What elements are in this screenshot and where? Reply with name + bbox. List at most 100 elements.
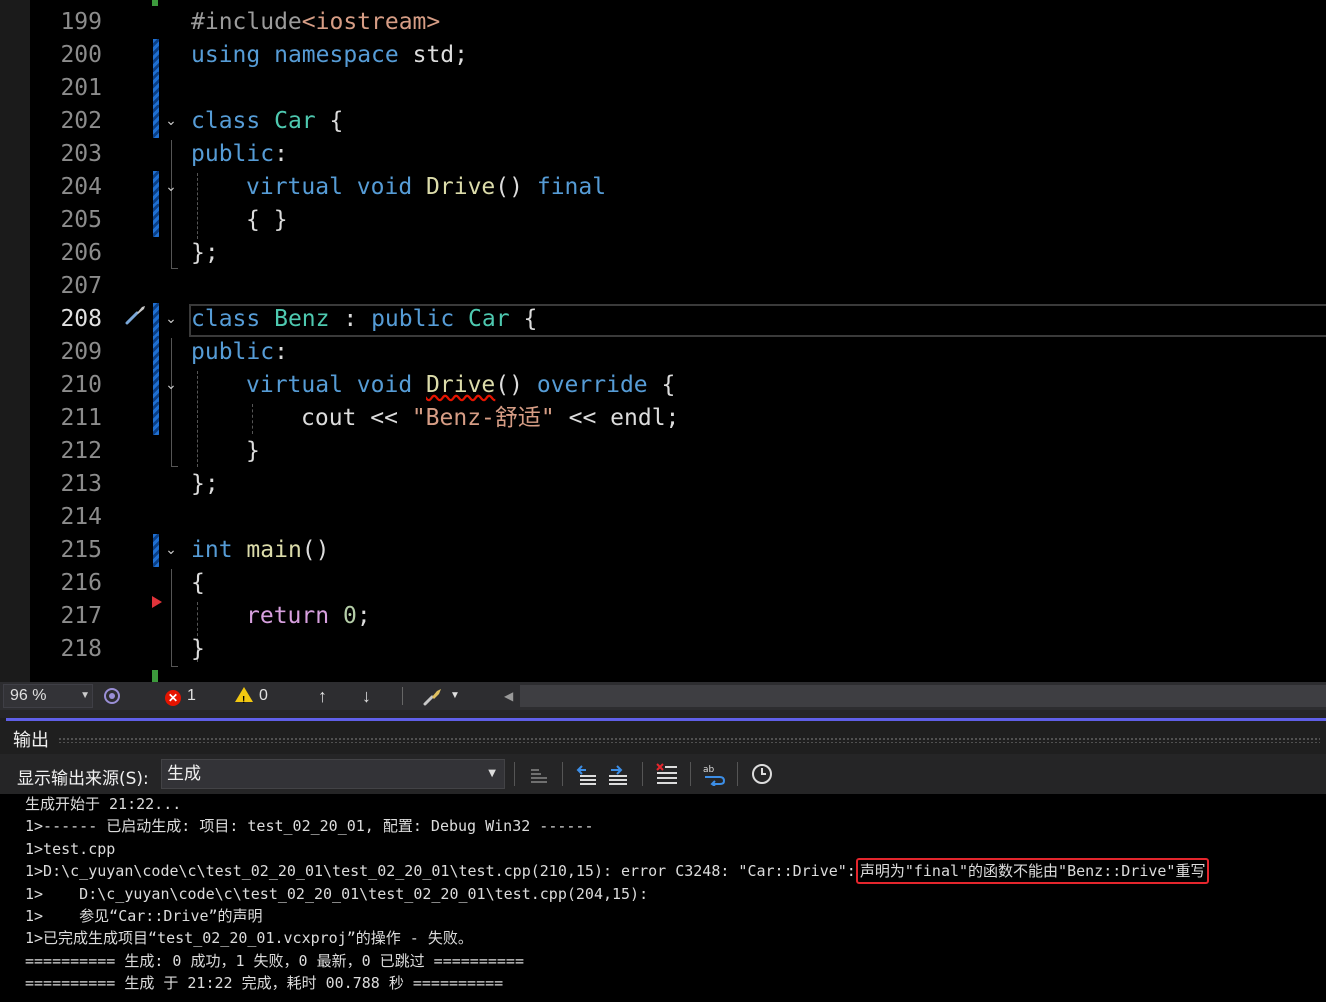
code-line[interactable]: 204 ⌄ virtual void Drive() final	[30, 171, 1326, 204]
code-cleanup-brush-icon[interactable]	[422, 686, 444, 706]
previous-message-icon[interactable]	[574, 762, 598, 786]
code-line-current[interactable]: 208 ⌄ class Benz : public Car {	[30, 303, 1326, 337]
change-marker	[153, 72, 159, 105]
previous-issue-button[interactable]: ↑	[318, 684, 327, 708]
code-line[interactable]: 200 using namespace std;	[30, 39, 1326, 72]
line-number: 202	[60, 108, 102, 134]
code-text: virtual void Drive() override {	[246, 372, 676, 398]
change-marker	[153, 39, 159, 72]
code-line[interactable]: 210 ⌄ virtual void Drive() override {	[30, 369, 1326, 402]
code-line[interactable]: 207	[30, 270, 1326, 303]
code-line[interactable]: 216 {	[30, 567, 1326, 600]
divider	[402, 687, 403, 705]
line-number: 214	[60, 504, 102, 530]
panel-drag-grip[interactable]	[58, 737, 1320, 743]
panel-active-accent	[6, 718, 1326, 721]
code-editor[interactable]: 199 #include<iostream> 200 using namespa…	[0, 0, 1326, 682]
code-text: };	[191, 240, 219, 266]
saved-change-marker	[152, 670, 158, 682]
output-text-area[interactable]: 生成开始于 21:22... 1>------ 已启动生成: 项目: test_…	[0, 794, 1326, 1002]
next-issue-button[interactable]: ↓	[362, 684, 371, 708]
code-line[interactable]: 217 return 0;	[30, 600, 1326, 633]
code-line[interactable]: 213 };	[30, 468, 1326, 501]
code-line[interactable]: 203 public:	[30, 138, 1326, 171]
code-line[interactable]: 206 };	[30, 237, 1326, 270]
output-line: 1>------ 已启动生成: 项目: test_02_20_01, 配置: D…	[25, 817, 594, 835]
line-number: 211	[60, 405, 102, 431]
change-marker	[153, 534, 159, 567]
line-number: 203	[60, 141, 102, 167]
code-line[interactable]: 218 }	[30, 633, 1326, 666]
divider	[514, 762, 515, 786]
code-line[interactable]: 211 cout << "Benz-舒适" << endl;	[30, 402, 1326, 435]
line-number: 205	[60, 207, 102, 233]
code-line[interactable]: 205 { }	[30, 204, 1326, 237]
output-line-error: 1>D:\c_yuyan\code\c\test_02_20_01\test_0…	[25, 858, 1210, 884]
code-line[interactable]: 212 }	[30, 435, 1326, 468]
line-number: 209	[60, 339, 102, 365]
intellicode-icon[interactable]	[102, 686, 122, 706]
change-marker	[153, 402, 159, 435]
warning-count[interactable]: ! 0	[235, 684, 268, 708]
code-line[interactable]: 209 public:	[30, 336, 1326, 369]
clock-icon[interactable]	[750, 762, 774, 786]
next-message-icon[interactable]	[607, 762, 631, 786]
code-line[interactable]: 201	[30, 72, 1326, 105]
quick-action-wrench-icon[interactable]	[124, 303, 148, 327]
code-text: int main()	[191, 537, 330, 563]
line-number: 199	[60, 9, 102, 35]
warning-icon: !	[235, 687, 253, 706]
zoom-level: 96 %	[10, 687, 47, 704]
code-text: cout << "Benz-舒适" << endl;	[301, 405, 680, 431]
output-line: 1> 参见“Car::Drive”的声明	[25, 907, 263, 925]
code-text: class Benz : public Car {	[191, 306, 538, 332]
horizontal-scrollbar[interactable]: ◀	[504, 685, 1326, 707]
change-marker	[153, 105, 159, 138]
toggle-word-wrap-icon[interactable]: ab	[702, 762, 726, 786]
fold-collapse-icon[interactable]: ⌄	[163, 542, 179, 558]
editor-left-margin	[0, 0, 30, 682]
zoom-dropdown[interactable]: 96 % ▼	[3, 684, 93, 708]
line-number: 206	[60, 240, 102, 266]
output-line: ========== 生成 于 21:22 完成，耗时 00.788 秒 ===…	[25, 974, 504, 992]
code-text: #include<iostream>	[191, 9, 441, 35]
output-line: 1> D:\c_yuyan\code\c\test_02_20_01\test_…	[25, 885, 649, 903]
scroll-left-icon[interactable]: ◀	[504, 685, 513, 707]
line-number: 217	[60, 603, 102, 629]
divider	[737, 762, 738, 786]
panel-splitter[interactable]	[0, 710, 1326, 718]
change-marker	[153, 369, 159, 402]
fold-collapse-icon[interactable]: ⌄	[163, 179, 179, 195]
error-count[interactable]: ✕ 1	[165, 684, 196, 708]
line-number: 213	[60, 471, 102, 497]
clear-all-icon[interactable]	[655, 762, 679, 786]
code-line[interactable]: 214	[30, 501, 1326, 534]
code-text: class Car {	[191, 108, 344, 134]
fold-collapse-icon[interactable]: ⌄	[163, 113, 179, 129]
output-line: 1>已完成生成项目“test_02_20_01.vcxproj”的操作 - 失败…	[25, 929, 473, 947]
chevron-down-icon[interactable]: ▼	[450, 684, 460, 708]
code-line[interactable]: 202 ⌄ class Car {	[30, 105, 1326, 138]
line-number: 208	[60, 306, 102, 332]
code-line[interactable]: 215 ⌄ int main()	[30, 534, 1326, 567]
code-line[interactable]: 199 #include<iostream>	[30, 6, 1326, 39]
fold-collapse-icon[interactable]: ⌄	[163, 377, 179, 393]
fold-collapse-icon[interactable]: ⌄	[163, 311, 179, 327]
go-to-line-icon[interactable]	[527, 762, 551, 786]
output-panel: 输出 显示输出来源(S): 生成 ▼ ab 生成开始于 21:22... 1>--…	[0, 710, 1326, 1002]
code-text: {	[191, 570, 205, 596]
code-text: }	[246, 438, 260, 464]
line-number: 210	[60, 372, 102, 398]
divider	[562, 762, 563, 786]
output-source-select[interactable]: 生成 ▼	[161, 759, 505, 789]
change-marker	[153, 303, 159, 336]
code-text: };	[191, 471, 219, 497]
line-number: 207	[60, 273, 102, 299]
panel-title: 输出	[13, 730, 49, 751]
output-source-label: 显示输出来源(S):	[17, 769, 149, 789]
error-icon: ✕	[165, 690, 181, 706]
output-line: 生成开始于 21:22...	[25, 795, 182, 813]
line-number: 204	[60, 174, 102, 200]
output-line: 1>test.cpp	[25, 840, 116, 858]
code-text: virtual void Drive() final	[246, 174, 607, 200]
